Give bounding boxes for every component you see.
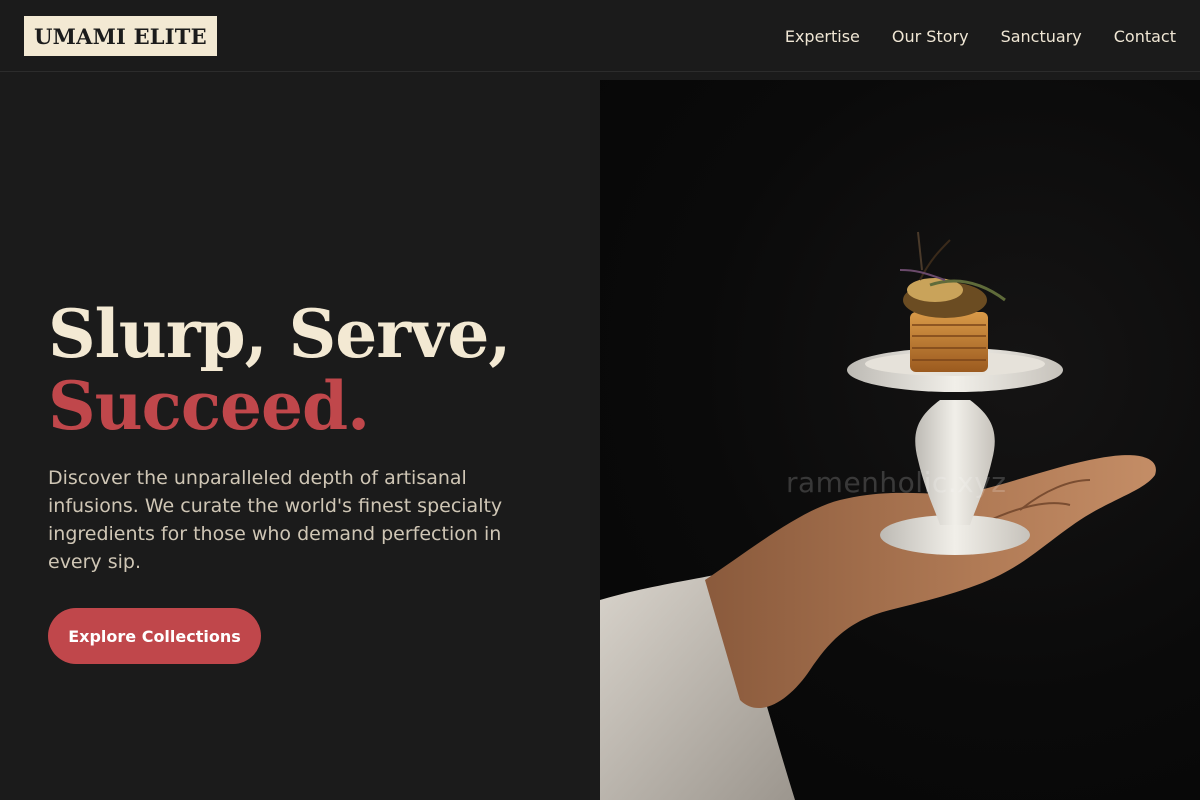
headline-line-1: Slurp, Serve, xyxy=(48,295,511,373)
top-navbar: UMAMI ELITE Expertise Our Story Sanctuar… xyxy=(0,0,1200,72)
nav-link-our-story[interactable]: Our Story xyxy=(892,27,969,46)
explore-collections-button[interactable]: Explore Collections xyxy=(48,608,261,664)
brand-logo[interactable]: UMAMI ELITE xyxy=(24,16,217,56)
nav-link-contact[interactable]: Contact xyxy=(1114,27,1176,46)
nav-link-sanctuary[interactable]: Sanctuary xyxy=(1001,27,1082,46)
pastry-tart xyxy=(910,312,988,372)
chef-hand-serving-dish-illustration xyxy=(600,231,1156,800)
hero-headline: Slurp, Serve, Succeed. xyxy=(48,295,511,445)
hero-description: Discover the unparalleled depth of artis… xyxy=(48,467,503,573)
hero-image: ramenholic.xyz xyxy=(600,80,1200,800)
main-nav: Expertise Our Story Sanctuary Contact xyxy=(753,0,1176,72)
nav-link-expertise[interactable]: Expertise xyxy=(785,27,860,46)
watermark-text: ramenholic.xyz xyxy=(786,466,1007,499)
headline-line-2: Succeed. xyxy=(48,367,370,445)
hero-text-panel: Slurp, Serve, Succeed. Discover the unpa… xyxy=(0,72,600,800)
